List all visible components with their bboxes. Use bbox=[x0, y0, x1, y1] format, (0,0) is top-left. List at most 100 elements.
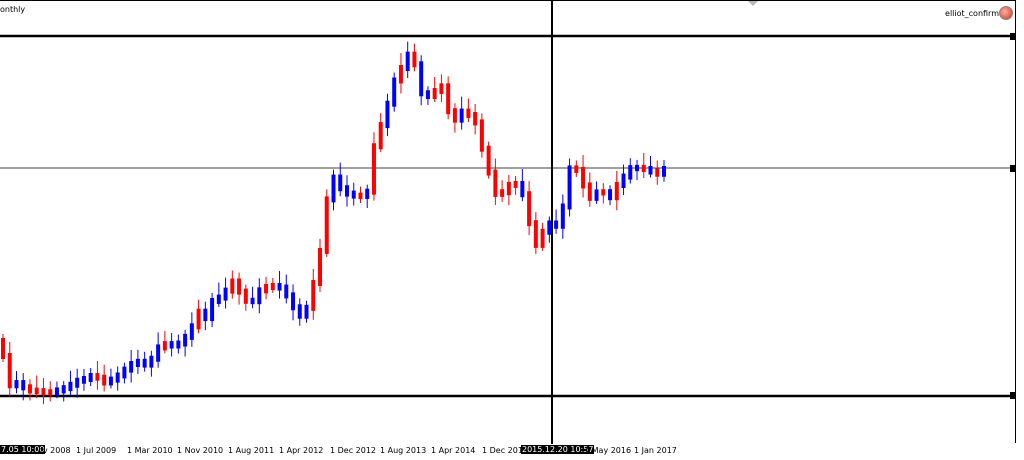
bull-candle bbox=[257, 287, 262, 305]
bull-candle bbox=[203, 308, 208, 322]
time-axis-label: 1 Apr 2014 bbox=[431, 446, 476, 455]
bull-candle bbox=[554, 220, 559, 229]
bear-candle bbox=[270, 283, 275, 290]
time-axis-label: 1 Jan 2017 bbox=[634, 446, 677, 455]
bull-candle bbox=[75, 377, 80, 388]
bull-candle bbox=[635, 164, 640, 172]
bull-candle bbox=[21, 380, 26, 391]
bull-candle bbox=[108, 376, 113, 386]
time-axis: 7.05 10:00 ov 2008 1 Jul 2009 1 Mar 2010… bbox=[0, 443, 1016, 460]
bear-candle bbox=[473, 111, 478, 126]
bear-candle bbox=[237, 278, 242, 295]
chart-shift-marker-icon[interactable] bbox=[748, 1, 758, 6]
bull-candle bbox=[304, 304, 309, 319]
time-axis-label: 1 Dec 2012 bbox=[330, 446, 377, 455]
bear-candle bbox=[398, 65, 403, 84]
bull-candle bbox=[129, 361, 134, 373]
bear-candle bbox=[162, 341, 167, 351]
bull-candle bbox=[284, 284, 289, 299]
bear-candle bbox=[655, 168, 660, 177]
bear-candle bbox=[1, 338, 5, 359]
bear-candle bbox=[574, 165, 579, 173]
bear-candle bbox=[466, 108, 471, 118]
bull-candle bbox=[648, 166, 653, 175]
price-level-marker bbox=[1010, 392, 1015, 399]
chart-area[interactable]: onthly elliot_confirm bbox=[0, 0, 1016, 444]
bear-candle bbox=[513, 181, 518, 188]
bear-candle bbox=[540, 228, 545, 248]
bull-candle bbox=[156, 344, 161, 362]
bull-candle bbox=[61, 385, 66, 394]
bull-candle bbox=[250, 297, 255, 305]
bull-candle bbox=[88, 373, 93, 382]
bear-candle bbox=[641, 164, 646, 172]
bull-candle bbox=[183, 333, 188, 347]
bull-candle bbox=[169, 341, 174, 349]
time-axis-label: 1 Aug 2013 bbox=[380, 446, 427, 455]
bear-candle bbox=[7, 353, 12, 389]
bear-candle bbox=[587, 182, 592, 201]
bull-candle bbox=[81, 376, 86, 384]
bull-candle bbox=[149, 355, 154, 368]
bear-candle bbox=[196, 308, 201, 330]
indicator-label: elliot_confirm bbox=[945, 9, 999, 18]
bull-candle bbox=[608, 189, 613, 201]
bull-candle bbox=[338, 174, 343, 192]
bear-candle bbox=[614, 182, 619, 201]
time-axis-label: 1 Jul 2009 bbox=[76, 446, 117, 455]
bull-candle bbox=[210, 297, 215, 322]
bear-candle bbox=[493, 169, 498, 197]
bull-candle bbox=[277, 283, 282, 291]
bear-candle bbox=[264, 283, 269, 294]
time-axis-label: 1 Mar 2010 bbox=[127, 446, 173, 455]
bear-candle bbox=[601, 189, 606, 196]
bull-candle bbox=[223, 287, 228, 301]
bear-candle bbox=[324, 196, 329, 254]
bull-candle bbox=[297, 304, 302, 319]
bull-candle bbox=[142, 358, 147, 368]
bull-candle bbox=[176, 340, 181, 349]
bear-candle bbox=[311, 279, 316, 311]
bull-candle bbox=[344, 185, 349, 197]
bull-candle bbox=[419, 61, 424, 97]
bear-candle bbox=[34, 387, 39, 395]
price-chart[interactable] bbox=[0, 1, 1016, 444]
bear-candle bbox=[41, 388, 46, 396]
bull-candle bbox=[628, 165, 633, 180]
bull-candle bbox=[122, 366, 127, 379]
time-axis-label: 1 Aug 2011 bbox=[228, 446, 275, 455]
bull-candle bbox=[14, 380, 19, 389]
time-axis-label: ov 2008 bbox=[38, 446, 71, 455]
bear-candle bbox=[527, 191, 532, 227]
bear-candle bbox=[506, 181, 511, 196]
bull-candle bbox=[560, 203, 565, 229]
bear-candle bbox=[533, 220, 538, 248]
bull-candle bbox=[405, 51, 410, 72]
bear-candle bbox=[412, 51, 417, 68]
time-axis-label: 1 May 2016 bbox=[584, 446, 632, 455]
bull-candle bbox=[594, 189, 599, 201]
bull-candle bbox=[68, 381, 73, 392]
bear-candle bbox=[439, 83, 444, 94]
bull-candle bbox=[54, 387, 59, 396]
bear-candle bbox=[95, 373, 100, 381]
bear-candle bbox=[446, 83, 451, 115]
bull-candle bbox=[621, 173, 626, 189]
bear-candle bbox=[358, 192, 363, 199]
price-level-marker bbox=[1010, 165, 1015, 172]
bull-candle bbox=[115, 372, 120, 383]
bear-candle bbox=[500, 189, 505, 197]
time-axis-label: 1 Nov 2010 bbox=[177, 446, 224, 455]
bull-candle bbox=[662, 166, 666, 177]
bear-candle bbox=[230, 278, 235, 294]
bear-candle bbox=[371, 143, 376, 195]
bull-candle bbox=[331, 174, 336, 203]
bull-candle bbox=[385, 100, 390, 129]
bear-candle bbox=[102, 374, 107, 386]
symbol-timeframe-label: onthly bbox=[0, 5, 26, 14]
indicator-settings-icon[interactable] bbox=[999, 6, 1013, 20]
bull-candle bbox=[365, 188, 370, 199]
bear-candle bbox=[581, 166, 586, 189]
bull-candle bbox=[547, 220, 552, 235]
bull-candle bbox=[291, 292, 296, 311]
